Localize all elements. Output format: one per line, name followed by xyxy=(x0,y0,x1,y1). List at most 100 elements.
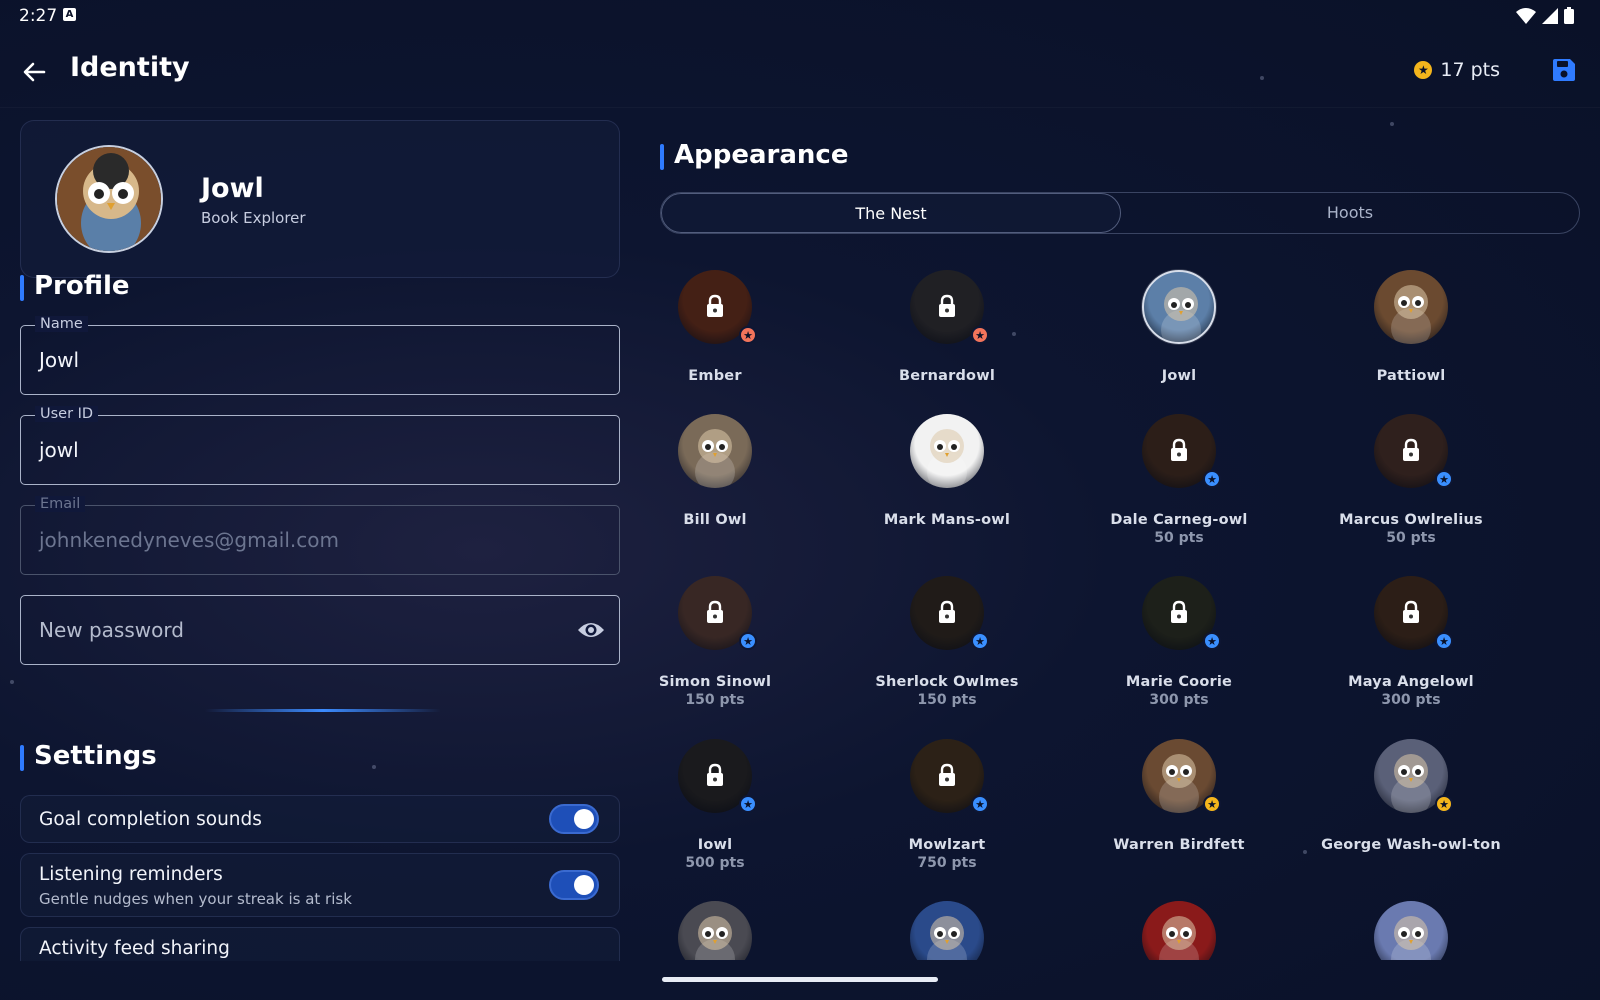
avatar-name: Mowlzart xyxy=(908,837,986,853)
avatar-image xyxy=(678,901,752,960)
back-arrow-icon[interactable] xyxy=(18,56,50,88)
avatar-option[interactable]: ★ Sherlock Owlmes 150 pts xyxy=(837,576,1057,708)
avatar-name: Simon Sinowl xyxy=(658,674,772,690)
avatar-image: ★ xyxy=(1374,739,1453,813)
userid-value[interactable]: jowl xyxy=(39,438,79,462)
lock-icon xyxy=(939,763,955,786)
tab-the-nest[interactable]: The Nest xyxy=(661,193,1121,233)
page-title: Identity xyxy=(70,52,190,83)
points-value: 17 pts xyxy=(1440,59,1500,81)
lock-icon xyxy=(1403,600,1419,623)
avatar-option[interactable] xyxy=(640,901,825,960)
email-value: johnkenedyneves@gmail.com xyxy=(39,528,339,552)
setting-listening-reminders[interactable]: Listening reminders Gentle nudges when y… xyxy=(20,853,620,917)
avatar-option[interactable]: Pattiowl xyxy=(1301,270,1521,386)
tier-star-badge-icon: ★ xyxy=(739,632,757,650)
avatar-option[interactable]: ★ George Wash-owl-ton xyxy=(1301,739,1521,855)
avatar-points: 500 pts xyxy=(685,855,745,871)
profile-section-title: Profile xyxy=(20,271,130,301)
avatar-image xyxy=(1374,270,1448,344)
avatar-option[interactable]: Bill Owl xyxy=(640,414,825,530)
userid-field[interactable]: User ID jowl xyxy=(20,406,620,485)
avatar-image: ★ xyxy=(910,739,989,813)
lock-icon xyxy=(1171,438,1187,461)
background-star xyxy=(1260,76,1264,80)
tier-star-badge-icon: ★ xyxy=(971,326,989,344)
avatar-image: ★ xyxy=(1142,414,1221,488)
tier-star-badge-icon: ★ xyxy=(1435,470,1453,488)
owl-avatar-icon xyxy=(57,147,161,251)
avatar[interactable] xyxy=(55,145,163,253)
avatar-option[interactable] xyxy=(837,901,1057,960)
avatar-option[interactable]: Mark Mans-owl xyxy=(837,414,1057,530)
settings-section-title: Settings xyxy=(20,741,157,771)
avatar-option[interactable]: ★ Mowlzart 750 pts xyxy=(837,739,1057,871)
avatar-option[interactable]: ★ Warren Birdfett xyxy=(1069,739,1289,855)
avatar-option[interactable]: ★ Simon Sinowl 150 pts xyxy=(640,576,825,708)
name-field[interactable]: Name Jowl xyxy=(20,316,620,395)
lock-icon xyxy=(707,600,723,623)
eye-icon[interactable] xyxy=(577,618,605,642)
tier-star-badge-icon: ★ xyxy=(1435,632,1453,650)
app-bar: Identity ★ 17 pts xyxy=(0,36,1600,108)
goal-sounds-toggle[interactable] xyxy=(549,804,599,834)
avatar-image: ★ xyxy=(1142,739,1221,813)
avatar-name: Iowl xyxy=(697,837,733,853)
tier-star-badge-icon: ★ xyxy=(739,795,757,813)
avatar-option[interactable] xyxy=(1069,901,1289,960)
toggle-knob xyxy=(574,809,594,829)
password-field[interactable]: New password xyxy=(20,595,620,665)
avatar-option[interactable]: ★ Marie Coorie 300 pts xyxy=(1069,576,1289,708)
avatar-image xyxy=(1142,901,1216,960)
star-icon: ★ xyxy=(1414,61,1433,79)
setting-activity-feed[interactable]: Activity feed sharing xyxy=(20,927,620,961)
avatar-grid: ★ Ember ★ Bernardowl Jowl Pattiowl Bill Owl Mar… xyxy=(640,250,1600,960)
status-icons xyxy=(1516,7,1574,24)
avatar-points: 300 pts xyxy=(1149,692,1209,708)
owl-avatar-icon xyxy=(678,901,752,960)
tier-star-badge-icon: ★ xyxy=(971,632,989,650)
avatar-option[interactable]: ★ Dale Carneg-owl 50 pts xyxy=(1069,414,1289,546)
avatar-image: ★ xyxy=(1374,414,1453,488)
background-star xyxy=(372,765,376,769)
avatar-option[interactable]: ★ Ember xyxy=(640,270,825,386)
lock-icon xyxy=(707,763,723,786)
background-star xyxy=(10,680,14,684)
setting-goal-sounds[interactable]: Goal completion sounds xyxy=(20,795,620,843)
lock-icon xyxy=(1171,600,1187,623)
owl-avatar-icon xyxy=(910,414,984,488)
setting-description: Gentle nudges when your streak is at ris… xyxy=(39,890,352,908)
avatar-option[interactable]: ★ Maya Angelowl 300 pts xyxy=(1301,576,1521,708)
avatar-name: Maya Angelowl xyxy=(1348,674,1474,690)
avatar-name: Bernardowl xyxy=(898,368,995,384)
avatar-option[interactable]: Jowl xyxy=(1069,270,1289,386)
avatar-option[interactable]: ★ Iowl 500 pts xyxy=(640,739,825,871)
avatar-option[interactable] xyxy=(1301,901,1521,960)
listening-reminders-toggle[interactable] xyxy=(549,870,599,900)
owl-avatar-icon xyxy=(1374,901,1448,960)
name-label: Name xyxy=(35,316,88,332)
save-icon[interactable] xyxy=(1550,56,1578,84)
avatar-image xyxy=(1142,270,1216,344)
avatar-name: Bill Owl xyxy=(683,512,747,528)
owl-avatar-icon xyxy=(910,901,984,960)
setting-title: Activity feed sharing xyxy=(39,938,230,959)
lock-icon xyxy=(939,294,955,317)
background-star xyxy=(1012,332,1016,336)
tab-hoots[interactable]: Hoots xyxy=(1121,193,1579,233)
avatar-name: Pattiowl xyxy=(1376,368,1446,384)
avatar-image: ★ xyxy=(678,270,757,344)
tier-star-badge-icon: ★ xyxy=(1203,470,1221,488)
avatar-image: ★ xyxy=(1142,576,1221,650)
home-indicator[interactable] xyxy=(662,977,938,982)
lock-icon xyxy=(939,600,955,623)
avatar-option[interactable]: ★ Bernardowl xyxy=(837,270,1057,386)
name-value[interactable]: Jowl xyxy=(39,348,79,372)
profile-subtitle: Book Explorer xyxy=(201,209,306,227)
avatar-name: Mark Mans-owl xyxy=(883,512,1011,528)
tier-star-badge-icon: ★ xyxy=(1435,795,1453,813)
password-placeholder[interactable]: New password xyxy=(39,618,184,642)
avatar-option[interactable]: ★ Marcus Owlrelius 50 pts xyxy=(1301,414,1521,546)
avatar-points: 300 pts xyxy=(1381,692,1441,708)
setting-title: Goal completion sounds xyxy=(39,809,262,830)
